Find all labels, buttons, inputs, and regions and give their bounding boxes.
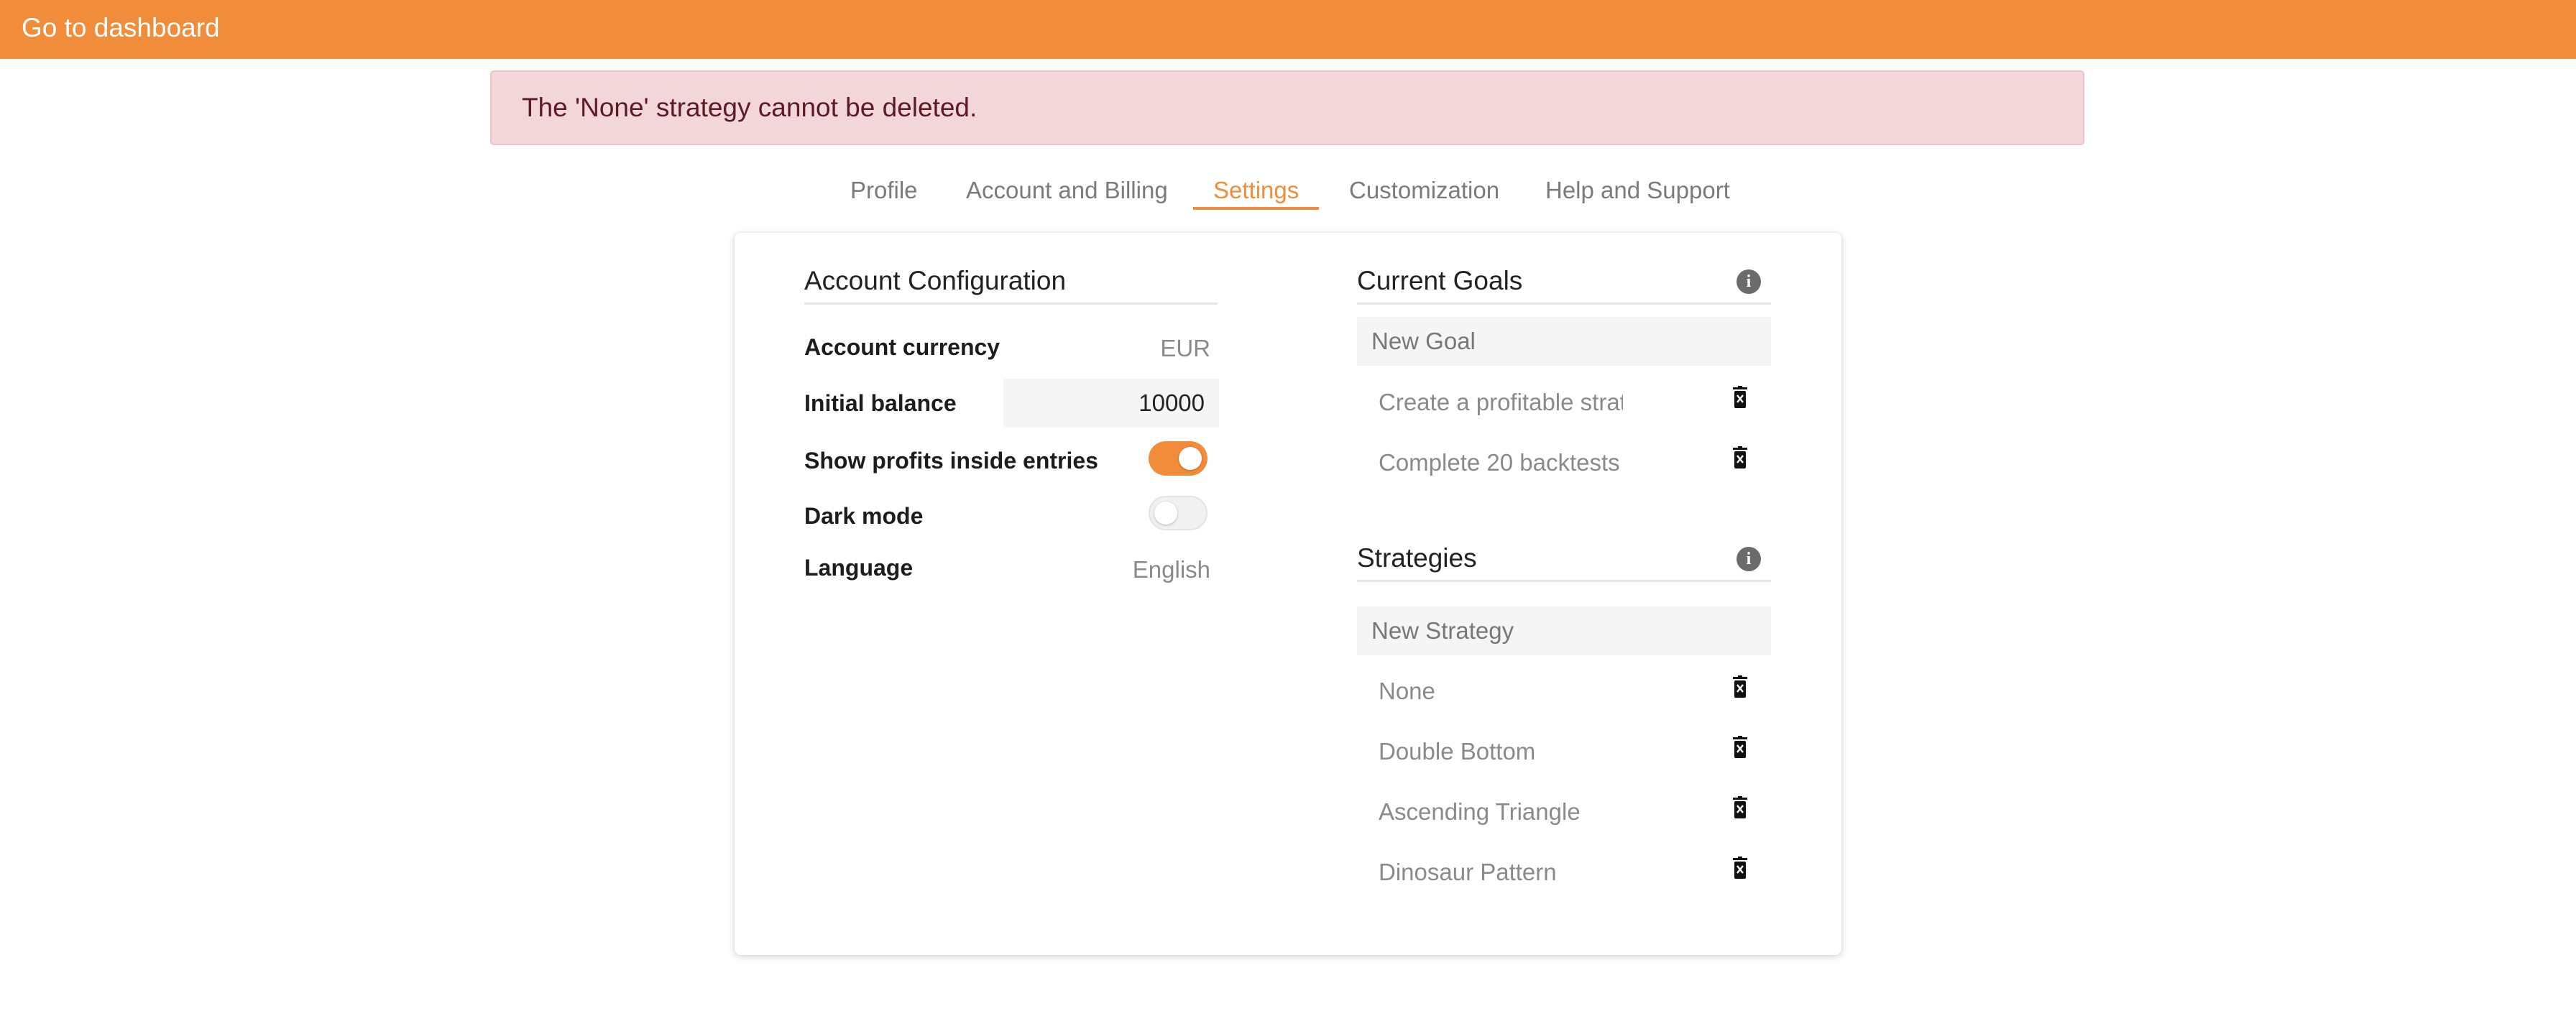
delete-strategy-trash-icon[interactable] xyxy=(1732,736,1748,759)
new-strategy-input[interactable] xyxy=(1357,606,1771,655)
current-goals-divider xyxy=(1357,303,1771,305)
alert-message: The 'None' strategy cannot be deleted. xyxy=(522,93,978,122)
error-alert: The 'None' strategy cannot be deleted. xyxy=(490,70,2084,145)
dark-mode-toggle[interactable] xyxy=(1149,496,1208,530)
show-profits-toggle[interactable] xyxy=(1149,441,1208,476)
account-configuration-title: Account Configuration xyxy=(804,266,1067,295)
initial-balance-input[interactable] xyxy=(1003,379,1219,428)
account-currency-label: Account currency xyxy=(804,334,1000,360)
strategy-item[interactable]: None xyxy=(1379,678,1623,705)
top-bar: Go to dashboard xyxy=(0,0,2576,59)
delete-goal-trash-icon[interactable] xyxy=(1732,386,1748,409)
strategies-divider xyxy=(1357,580,1771,582)
language-value[interactable]: English xyxy=(1078,556,1210,583)
goal-item[interactable]: Create a profitable strategy xyxy=(1379,389,1623,416)
current-goals-title: Current Goals xyxy=(1357,266,1523,295)
goal-item[interactable]: Complete 20 backtests per week xyxy=(1379,449,1623,476)
goals-info-icon[interactable]: i xyxy=(1736,269,1761,294)
delete-strategy-trash-icon[interactable] xyxy=(1732,675,1748,698)
tab-settings[interactable]: Settings xyxy=(1213,177,1299,204)
toggle-knob xyxy=(1179,447,1202,470)
show-profits-label: Show profits inside entries xyxy=(804,448,1098,474)
active-tab-indicator xyxy=(1193,207,1319,210)
account-currency-value[interactable]: EUR xyxy=(1078,335,1210,362)
strategy-item[interactable]: Ascending Triangle xyxy=(1379,798,1623,826)
strategy-item[interactable]: Double Bottom xyxy=(1379,738,1623,765)
tab-help-and-support[interactable]: Help and Support xyxy=(1545,177,1730,204)
tab-customization[interactable]: Customization xyxy=(1349,177,1499,204)
delete-strategy-trash-icon[interactable] xyxy=(1732,857,1748,880)
tab-profile[interactable]: Profile xyxy=(850,177,918,204)
initial-balance-label: Initial balance xyxy=(804,390,957,416)
tab-account-and-billing[interactable]: Account and Billing xyxy=(966,177,1168,204)
strategies-info-icon[interactable]: i xyxy=(1736,547,1761,571)
strategies-title: Strategies xyxy=(1357,543,1477,573)
toggle-knob xyxy=(1154,502,1177,525)
new-goal-input[interactable] xyxy=(1357,317,1771,366)
delete-goal-trash-icon[interactable] xyxy=(1732,446,1748,469)
dark-mode-label: Dark mode xyxy=(804,503,924,529)
delete-strategy-trash-icon[interactable] xyxy=(1732,796,1748,819)
settings-tabs: Profile Account and Billing Settings Cus… xyxy=(0,167,2576,213)
go-to-dashboard-link[interactable]: Go to dashboard xyxy=(22,13,220,43)
language-label: Language xyxy=(804,555,914,581)
account-configuration-divider xyxy=(804,303,1218,305)
strategy-item[interactable]: Dinosaur Pattern xyxy=(1379,859,1623,886)
